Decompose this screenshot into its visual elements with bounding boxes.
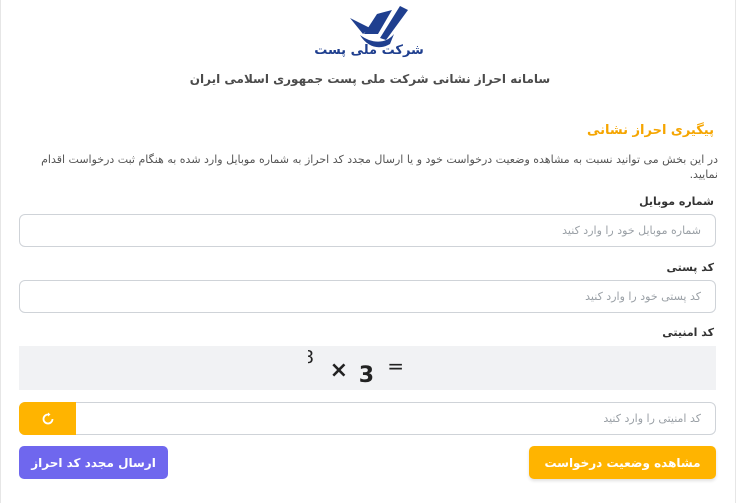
captcha-operator: ×: [330, 358, 348, 383]
view-status-button[interactable]: مشاهده وضعیت درخواست: [529, 446, 716, 479]
captcha-input[interactable]: [20, 403, 715, 434]
mobile-input[interactable]: [20, 215, 715, 246]
postal-label: کد پستی: [666, 261, 714, 274]
captcha-equals: =: [387, 354, 404, 378]
captcha-image: 8 × 3 =: [308, 347, 404, 388]
resend-code-button[interactable]: ارسال مجدد کد احراز: [19, 446, 168, 479]
postal-input[interactable]: [20, 281, 715, 312]
section-title: پیگیری احراز نشانی: [587, 123, 714, 138]
refresh-icon: [42, 412, 53, 424]
mobile-label: شماره موبایل: [639, 195, 714, 208]
captcha-field[interactable]: [19, 402, 716, 435]
mobile-field[interactable]: [19, 214, 716, 247]
postal-field[interactable]: [19, 280, 716, 313]
system-title: سامانه احراز نشانی شرکت ملی پست جمهوری ا…: [189, 72, 551, 86]
captcha-refresh-button[interactable]: [19, 402, 76, 435]
left-border: [0, 0, 1, 503]
logo-text: شرکت ملی پست: [314, 43, 424, 58]
section-description: در این بخش می توانید نسبت به مشاهده وضعی…: [41, 153, 718, 181]
captcha-label: کد امنیتی: [662, 326, 714, 339]
captcha-operand-b: 3: [359, 363, 374, 388]
captcha-operand-a: 8: [308, 347, 314, 368]
